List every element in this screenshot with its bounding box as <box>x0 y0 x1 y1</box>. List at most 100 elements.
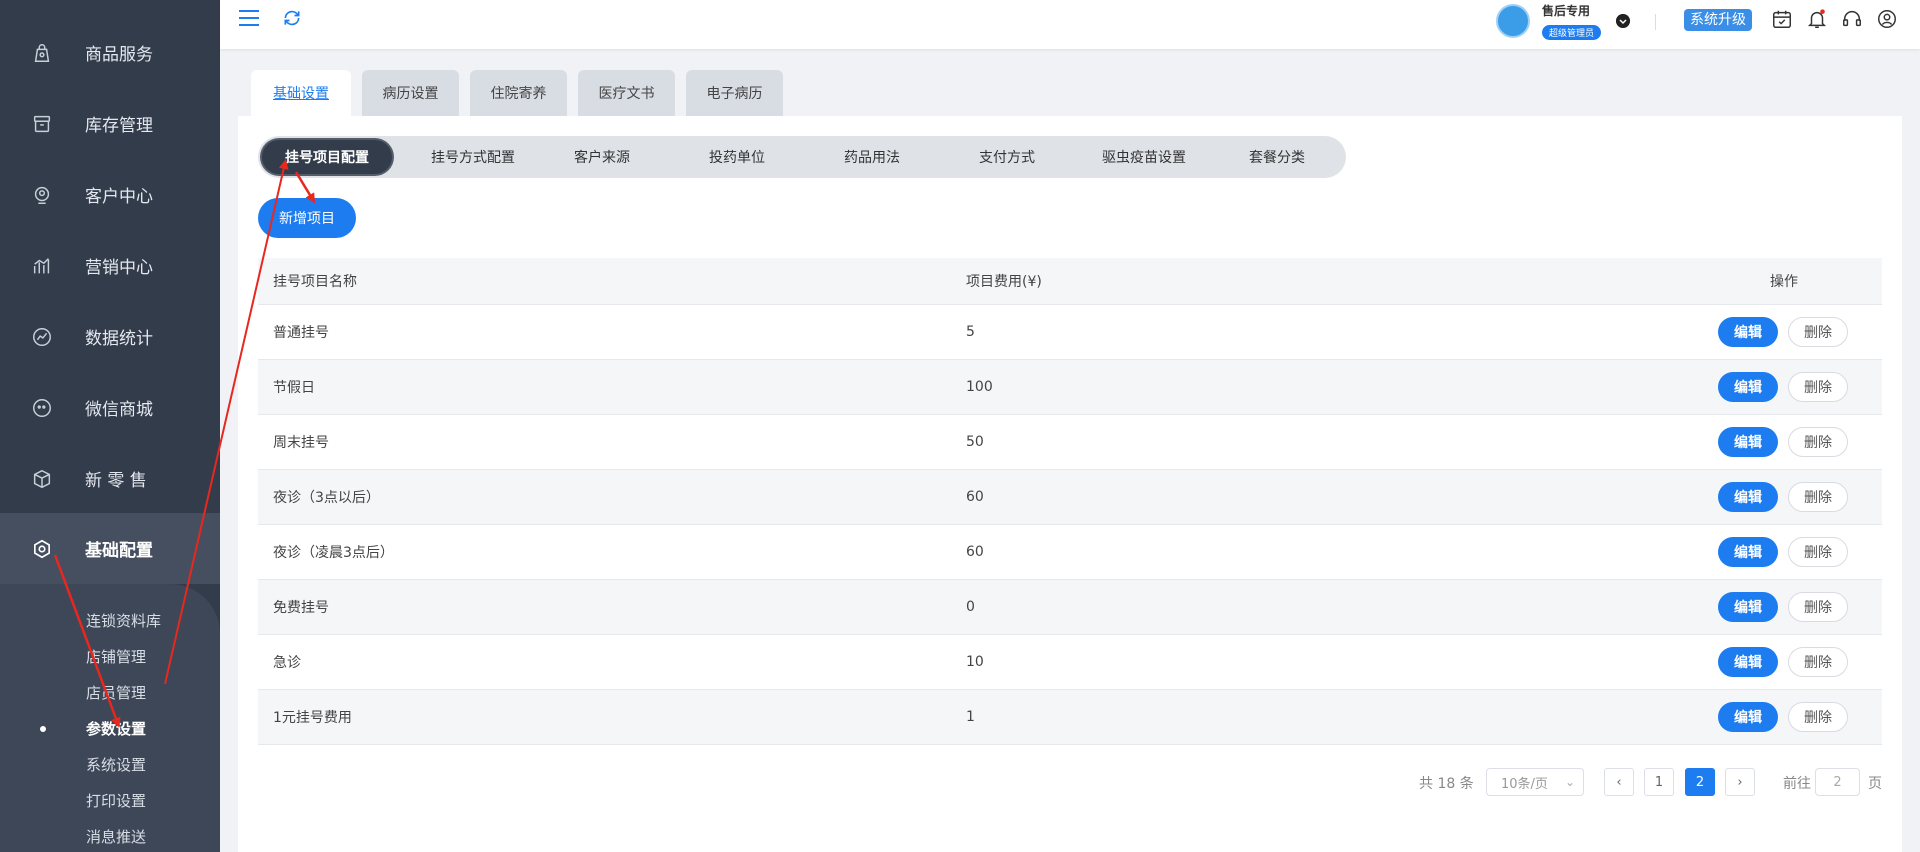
cell-name: 周末挂号 <box>273 435 329 451</box>
cell-fee: 60 <box>966 489 984 505</box>
next-page-button[interactable]: › <box>1725 768 1755 796</box>
submenu-item-print-settings[interactable]: 打印设置 <box>86 789 146 813</box>
calendar-icon[interactable] <box>1771 8 1793 30</box>
column-header-name: 挂号项目名称 <box>273 274 357 290</box>
sidebar-item-marketing[interactable]: 营销中心 <box>0 230 220 301</box>
delete-button[interactable]: 删除 <box>1788 482 1848 512</box>
edit-button[interactable]: 编辑 <box>1718 482 1778 512</box>
table-row: 急诊 10 编辑 删除 <box>258 635 1882 690</box>
edit-button[interactable]: 编辑 <box>1718 702 1778 732</box>
table-row: 夜诊（凌晨3点后） 60 编辑 删除 <box>258 525 1882 580</box>
avatar[interactable] <box>1496 4 1530 38</box>
delete-button[interactable]: 删除 <box>1788 317 1848 347</box>
table-row: 普通挂号 5 编辑 删除 <box>258 305 1882 360</box>
tab-hospitalization[interactable]: 住院寄养 <box>470 70 567 116</box>
pager-total: 共 18 条 <box>1419 776 1474 792</box>
edit-button[interactable]: 编辑 <box>1718 372 1778 402</box>
inner-tab-bar: 挂号项目配置 挂号方式配置 客户来源 投药单位 药品用法 支付方式 驱虫疫苗设置… <box>258 136 1346 178</box>
tab-dosage-units[interactable]: 投药单位 <box>682 140 792 174</box>
cell-name: 夜诊（凌晨3点后） <box>273 545 394 561</box>
refresh-icon[interactable] <box>282 8 302 28</box>
submenu-item-staff-management[interactable]: 店员管理 <box>86 681 146 705</box>
tab-registration-methods[interactable]: 挂号方式配置 <box>415 140 531 174</box>
table-row: 夜诊（3点以后） 60 编辑 删除 <box>258 470 1882 525</box>
cell-name: 夜诊（3点以后） <box>273 490 380 506</box>
column-header-fee: 项目费用(¥) <box>966 274 1042 290</box>
sidebar-item-label: 基础配置 <box>85 541 153 561</box>
edit-button[interactable]: 编辑 <box>1718 537 1778 567</box>
page-2-button[interactable]: 2 <box>1685 768 1715 796</box>
chevron-down-icon[interactable] <box>1616 14 1630 28</box>
page-1-button[interactable]: 1 <box>1644 768 1674 796</box>
cell-name: 急诊 <box>273 655 301 671</box>
sidebar-item-customers[interactable]: 客户中心 <box>0 159 220 230</box>
edit-button[interactable]: 编辑 <box>1718 427 1778 457</box>
submenu-item-parameter-settings[interactable]: 参数设置 <box>86 717 146 741</box>
user-settings-icon[interactable] <box>1876 8 1898 30</box>
tab-medical-record-settings[interactable]: 病历设置 <box>362 70 459 116</box>
column-header-actions: 操作 <box>1770 274 1798 290</box>
menu-icon[interactable] <box>238 8 260 28</box>
submenu-item-system-settings[interactable]: 系统设置 <box>86 753 146 777</box>
tab-basic-settings[interactable]: 基础设置 <box>251 70 351 116</box>
tab-payment-methods[interactable]: 支付方式 <box>952 140 1062 174</box>
sidebar-item-inventory[interactable]: 库存管理 <box>0 88 220 159</box>
bell-icon[interactable] <box>1806 8 1828 30</box>
cell-fee: 50 <box>966 434 984 450</box>
page-size-select[interactable]: 10条/页 ⌄ <box>1486 768 1584 796</box>
prev-page-button[interactable]: ‹ <box>1604 768 1634 796</box>
headset-icon[interactable] <box>1841 8 1863 30</box>
delete-button[interactable]: 删除 <box>1788 647 1848 677</box>
table-header: 挂号项目名称 项目费用(¥) 操作 <box>258 258 1882 305</box>
tab-electronic-records[interactable]: 电子病历 <box>686 70 783 116</box>
delete-button[interactable]: 删除 <box>1788 702 1848 732</box>
tab-registration-items[interactable]: 挂号项目配置 <box>262 140 392 174</box>
topbar-divider <box>1655 14 1656 30</box>
delete-button[interactable]: 删除 <box>1788 372 1848 402</box>
user-head-icon <box>31 184 53 206</box>
sidebar-item-goods[interactable]: 商品服务 <box>0 17 220 88</box>
sidebar-item-label: 客户中心 <box>85 187 153 207</box>
tab-deworming-vaccine[interactable]: 驱虫疫苗设置 <box>1084 140 1204 174</box>
sidebar-item-wechat-mall[interactable]: 微信商城 <box>0 372 220 443</box>
sidebar-item-basic-config[interactable]: 基础配置 <box>0 513 220 584</box>
goto-page-input[interactable] <box>1815 768 1860 796</box>
sidebar-item-label: 数据统计 <box>85 329 153 349</box>
bag-icon <box>31 42 53 64</box>
chevron-down-icon: ⌄ <box>1564 775 1575 789</box>
cell-fee: 10 <box>966 654 984 670</box>
delete-button[interactable]: 删除 <box>1788 537 1848 567</box>
submenu-item-chain-library[interactable]: 连锁资料库 <box>86 609 161 633</box>
delete-button[interactable]: 删除 <box>1788 427 1848 457</box>
tab-package-categories[interactable]: 套餐分类 <box>1222 140 1332 174</box>
edit-button[interactable]: 编辑 <box>1718 317 1778 347</box>
tab-medical-documents[interactable]: 医疗文书 <box>578 70 675 116</box>
cell-fee: 1 <box>966 709 975 725</box>
edit-button[interactable]: 编辑 <box>1718 647 1778 677</box>
sidebar-item-statistics[interactable]: 数据统计 <box>0 301 220 372</box>
registration-table: 挂号项目名称 项目费用(¥) 操作 普通挂号 5 编辑 删除 节假日 100 编辑… <box>258 258 1882 745</box>
table-row: 免费挂号 0 编辑 删除 <box>258 580 1882 635</box>
tab-customer-sources[interactable]: 客户来源 <box>547 140 657 174</box>
cell-name: 节假日 <box>273 380 315 396</box>
table-row: 1元挂号费用 1 编辑 删除 <box>258 690 1882 745</box>
cell-fee: 0 <box>966 599 975 615</box>
sidebar-item-new-retail[interactable]: 新 零 售 <box>0 443 220 514</box>
table-row: 节假日 100 编辑 删除 <box>258 360 1882 415</box>
add-item-button[interactable]: 新增项目 <box>258 198 356 238</box>
sidebar: 商品服务 库存管理 客户中心 营销中心 数据统计 微信商城 新 零 售 基础配置… <box>0 0 220 852</box>
submenu-active-dot <box>40 726 46 732</box>
user-name: 售后专用 <box>1542 4 1591 18</box>
goto-label: 前往 <box>1783 776 1811 792</box>
table-row: 周末挂号 50 编辑 删除 <box>258 415 1882 470</box>
trend-icon <box>31 326 53 348</box>
edit-button[interactable]: 编辑 <box>1718 592 1778 622</box>
topbar: 售后专用 超级管理员 系统升级 <box>220 0 1920 49</box>
cell-name: 免费挂号 <box>273 600 329 616</box>
sidebar-item-label: 商品服务 <box>85 45 153 65</box>
delete-button[interactable]: 删除 <box>1788 592 1848 622</box>
system-upgrade-button[interactable]: 系统升级 <box>1684 9 1752 31</box>
tab-drug-usage[interactable]: 药品用法 <box>817 140 927 174</box>
submenu-item-store-management[interactable]: 店铺管理 <box>86 645 146 669</box>
submenu-item-message-push[interactable]: 消息推送 <box>86 825 146 849</box>
